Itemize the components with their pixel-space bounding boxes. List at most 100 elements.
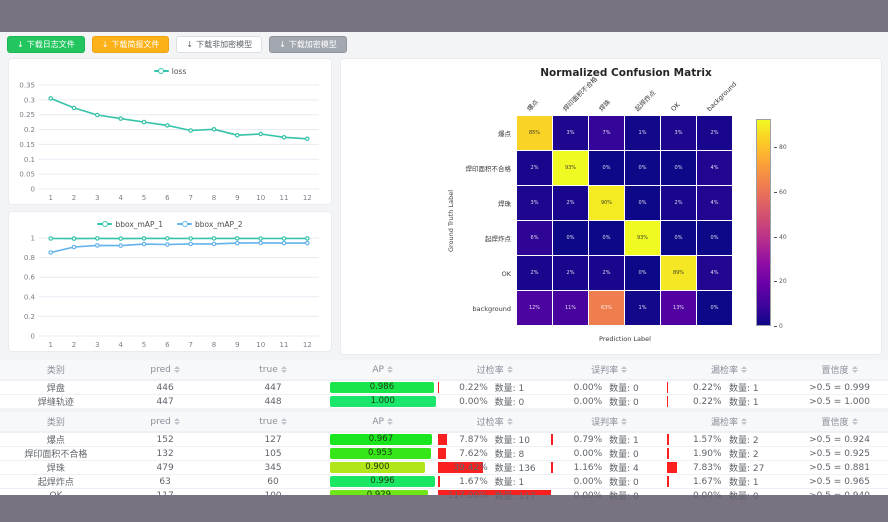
column-header[interactable]: 过检率 xyxy=(438,363,552,376)
sort-caret-icon[interactable] xyxy=(741,366,747,373)
pred-cell: 63 xyxy=(112,475,219,488)
matrix-cell: 0% xyxy=(589,221,624,255)
rate-percent: 1.57% xyxy=(693,435,722,445)
matrix-cell: 63% xyxy=(589,291,624,325)
svg-text:11: 11 xyxy=(280,194,289,202)
pred-cell: 446 xyxy=(112,381,219,394)
svg-text:11: 11 xyxy=(280,341,289,349)
sort-caret-icon[interactable] xyxy=(174,418,180,425)
svg-text:0.2: 0.2 xyxy=(24,126,35,134)
column-header[interactable]: 漏检率 xyxy=(667,363,791,376)
ap-cell: 0.953 xyxy=(328,447,438,460)
sort-caret-icon[interactable] xyxy=(174,366,180,373)
svg-text:3: 3 xyxy=(95,341,99,349)
legend-item-loss[interactable]: loss xyxy=(154,67,187,76)
bbox-map-chart-svg: 00.20.40.60.81123456789101112 xyxy=(9,233,331,352)
rate-count: 数量: 0 xyxy=(609,489,639,502)
confidence-cell: >0.5 = 0.881 xyxy=(791,461,888,474)
ap-cell: 0.996 xyxy=(328,475,438,488)
colorbar-tick: 80 xyxy=(774,144,787,151)
column-header[interactable]: true xyxy=(218,365,327,375)
svg-text:7: 7 xyxy=(188,341,192,349)
svg-text:0.25: 0.25 xyxy=(19,111,35,119)
svg-text:0: 0 xyxy=(31,186,35,194)
column-header[interactable]: 过检率 xyxy=(438,415,552,428)
legend-label: bbox_mAP_1 xyxy=(115,220,163,229)
column-header[interactable]: AP xyxy=(328,417,438,427)
svg-text:9: 9 xyxy=(235,341,239,349)
download-report-button[interactable]: ↓ 下载简报文件 xyxy=(92,36,170,53)
svg-text:0.6: 0.6 xyxy=(24,274,36,282)
column-header: 类别 xyxy=(0,415,112,428)
rate-count: 数量: 1 xyxy=(609,433,639,446)
svg-text:0.15: 0.15 xyxy=(19,141,35,149)
sort-caret-icon[interactable] xyxy=(281,418,287,425)
column-header[interactable]: 置信度 xyxy=(791,363,888,376)
download-unencrypted-model-button[interactable]: ↓ 下载非加密模型 xyxy=(176,36,262,53)
sort-caret-icon[interactable] xyxy=(852,366,858,373)
colorbar xyxy=(756,119,771,326)
matrix-cell: 0% xyxy=(697,291,732,325)
svg-text:1: 1 xyxy=(48,341,52,349)
svg-text:0.1: 0.1 xyxy=(24,156,35,164)
download-log-button[interactable]: ↓ 下载日志文件 xyxy=(7,36,85,53)
svg-text:0.8: 0.8 xyxy=(24,254,35,262)
column-header[interactable]: 误判率 xyxy=(551,415,666,428)
rate-count: 数量: 1 xyxy=(729,381,759,394)
confidence-cell: >0.5 = 0.925 xyxy=(791,447,888,460)
svg-text:7: 7 xyxy=(188,194,192,202)
sort-caret-icon[interactable] xyxy=(387,418,393,425)
sort-caret-icon[interactable] xyxy=(507,418,513,425)
table-row: 起焊炸点63600.9961.67%数量: 10.00%数量: 01.67%数量… xyxy=(0,474,888,488)
ap-cell: 0.967 xyxy=(328,433,438,446)
rate-percent: 1.16% xyxy=(574,463,603,473)
matrix-cell: 89% xyxy=(661,256,696,290)
rate-percent: 0.22% xyxy=(693,397,722,407)
rate-bar xyxy=(667,476,669,487)
legend-item-bbox_mAP_2[interactable]: bbox_mAP_2 xyxy=(177,220,243,229)
download-encrypted-model-button[interactable]: ↓ 下载加密模型 xyxy=(269,36,347,53)
svg-text:2: 2 xyxy=(72,341,76,349)
colorbar-tick: 20 xyxy=(774,278,787,285)
miss-rate-cell: 1.90%数量: 2 xyxy=(667,447,791,460)
rate-percent: 39.42% xyxy=(453,463,487,473)
pred-cell: 132 xyxy=(112,447,219,460)
category-cell: 起焊炸点 xyxy=(0,475,112,488)
sort-caret-icon[interactable] xyxy=(621,418,627,425)
sort-caret-icon[interactable] xyxy=(621,366,627,373)
column-header[interactable]: AP xyxy=(328,365,438,375)
sort-caret-icon[interactable] xyxy=(281,366,287,373)
metrics-table: 类别predtrueAP过检率误判率漏检率置信度焊盘4464470.9860.2… xyxy=(0,360,888,408)
column-header[interactable]: 误判率 xyxy=(551,363,666,376)
column-header[interactable]: 置信度 xyxy=(791,415,888,428)
category-cell: 焊珠 xyxy=(0,461,112,474)
pred-cell: 447 xyxy=(112,395,219,408)
column-header[interactable]: true xyxy=(218,417,327,427)
svg-text:5: 5 xyxy=(142,194,146,202)
rate-percent: 7.83% xyxy=(693,463,722,473)
over-rate-cell: 7.87%数量: 10 xyxy=(438,433,552,446)
ap-bar: 0.953 xyxy=(330,448,431,459)
sort-caret-icon[interactable] xyxy=(741,418,747,425)
legend-item-bbox_mAP_1[interactable]: bbox_mAP_1 xyxy=(97,220,163,229)
mis-rate-cell: 0.00%数量: 0 xyxy=(551,447,666,460)
rate-count: 数量: 0 xyxy=(495,395,525,408)
confidence-cell: >0.5 = 0.999 xyxy=(791,381,888,394)
matrix-cell: 6% xyxy=(517,221,552,255)
dashboard-screen: ↓ 下载日志文件 ↓ 下载简报文件 ↓ 下载非加密模型 ↓ 下载加密模型 los… xyxy=(0,0,888,522)
sort-caret-icon[interactable] xyxy=(387,366,393,373)
rate-bar xyxy=(438,434,447,445)
column-header[interactable]: pred xyxy=(112,365,219,375)
button-label: 下载简报文件 xyxy=(111,41,159,49)
rate-count: 数量: 1 xyxy=(729,475,759,488)
colorbar-tick: 40 xyxy=(774,234,787,241)
matrix-cell: 1% xyxy=(625,116,660,150)
matrix-cell: 0% xyxy=(697,221,732,255)
column-header[interactable]: 漏检率 xyxy=(667,415,791,428)
column-header: 类别 xyxy=(0,363,112,376)
matrix-cell: 3% xyxy=(553,116,588,150)
sort-caret-icon[interactable] xyxy=(507,366,513,373)
sort-caret-icon[interactable] xyxy=(852,418,858,425)
legend-marker-icon xyxy=(97,223,112,225)
column-header[interactable]: pred xyxy=(112,417,219,427)
